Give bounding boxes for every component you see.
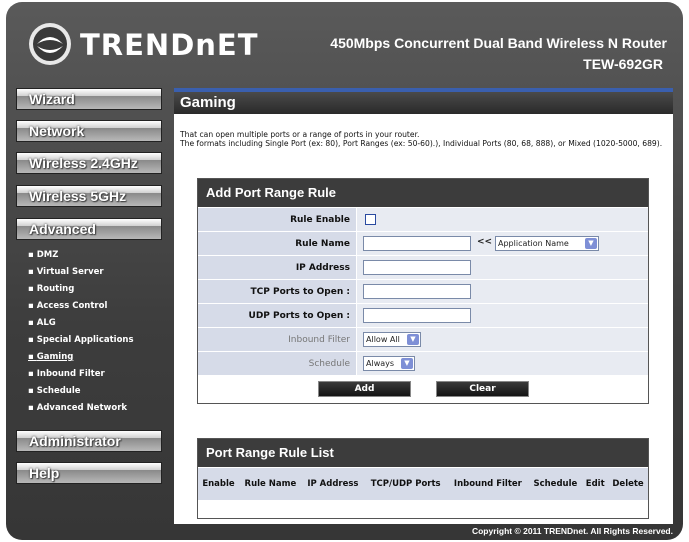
chevron-down-icon: ▼ — [401, 358, 413, 369]
nav-advanced[interactable]: Advanced — [16, 218, 162, 240]
col-tcp-udp-ports: TCP/UDP Ports — [364, 467, 448, 500]
description-line-1: That can open multiple ports or a range … — [180, 130, 420, 139]
udp-ports-label: UDP Ports to Open : — [198, 304, 356, 327]
trendnet-logo-icon — [29, 23, 71, 65]
tcp-ports-input[interactable] — [363, 284, 471, 299]
row-rule-name: Rule Name << Application Name ▼ — [198, 231, 648, 255]
chevron-down-icon: ▼ — [407, 334, 419, 345]
col-ip-address: IP Address — [301, 467, 365, 500]
main-content: Gaming That can open multiple ports or a… — [174, 88, 673, 524]
subnav-inbound-filter[interactable]: ▪ Inbound Filter — [28, 369, 105, 379]
subnav-special-applications[interactable]: ▪ Special Applications — [28, 335, 134, 345]
chevron-down-icon: ▼ — [585, 238, 597, 249]
row-ip-address: IP Address — [198, 255, 648, 279]
col-rule-name: Rule Name — [238, 467, 302, 500]
copy-app-name-arrows[interactable]: << — [477, 237, 492, 247]
rule-name-input[interactable] — [363, 236, 471, 251]
row-tcp-ports: TCP Ports to Open : — [198, 279, 648, 303]
application-name-select[interactable]: Application Name ▼ — [495, 236, 599, 251]
ip-address-input[interactable] — [363, 260, 471, 275]
subnav-advanced-network[interactable]: ▪ Advanced Network — [28, 403, 127, 413]
header: TRENDnET 450Mbps Concurrent Dual Band Wi… — [6, 2, 683, 84]
rule-enable-label: Rule Enable — [198, 208, 356, 231]
inbound-filter-select[interactable]: Allow All ▼ — [363, 332, 421, 347]
app-frame: TRENDnET 450Mbps Concurrent Dual Band Wi… — [6, 2, 683, 540]
brand-name: TRENDnET — [80, 28, 259, 62]
rule-enable-checkbox[interactable] — [365, 214, 376, 225]
table-row — [198, 500, 648, 518]
subnav-gaming[interactable]: ▪ Gaming — [28, 352, 73, 362]
product-description: 450Mbps Concurrent Dual Band Wireless N … — [330, 35, 667, 51]
col-delete: Delete — [608, 467, 648, 500]
subnav-alg[interactable]: ▪ ALG — [28, 318, 56, 328]
inbound-filter-label: Inbound Filter — [198, 328, 356, 351]
ip-address-label: IP Address — [198, 256, 356, 279]
nav-network[interactable]: Network — [16, 120, 162, 142]
copyright-footer: Copyright © 2011 TRENDnet. All Rights Re… — [471, 526, 673, 536]
udp-ports-input[interactable] — [363, 308, 471, 323]
page-title: Gaming — [174, 88, 673, 114]
port-range-rule-list-panel: Port Range Rule List Enable Rule Name IP… — [197, 438, 649, 519]
col-inbound-filter: Inbound Filter — [447, 467, 529, 500]
nav-administrator[interactable]: Administrator — [16, 430, 162, 452]
clear-button[interactable]: Clear — [436, 381, 529, 397]
subnav-schedule[interactable]: ▪ Schedule — [28, 386, 81, 396]
model-number: TEW-692GR — [583, 56, 663, 72]
nav-wireless-5ghz[interactable]: Wireless 5GHz — [16, 185, 162, 207]
nav-wizard[interactable]: Wizard — [16, 88, 162, 110]
subnav-virtual-server[interactable]: ▪ Virtual Server — [28, 267, 104, 277]
rule-list-table: Enable Rule Name IP Address TCP/UDP Port… — [198, 467, 648, 518]
add-port-range-rule-panel: Add Port Range Rule Rule Enable Rule Nam… — [197, 178, 649, 404]
row-rule-enable: Rule Enable — [198, 207, 648, 231]
subnav-access-control[interactable]: ▪ Access Control — [28, 301, 107, 311]
rule-list-header-row: Enable Rule Name IP Address TCP/UDP Port… — [198, 467, 648, 500]
description-line-2: The formats including Single Port (ex: 8… — [180, 139, 663, 148]
col-schedule: Schedule — [528, 467, 583, 500]
col-enable: Enable — [198, 467, 239, 500]
tcp-ports-label: TCP Ports to Open : — [198, 280, 356, 303]
row-udp-ports: UDP Ports to Open : — [198, 303, 648, 327]
page-description: That can open multiple ports or a range … — [180, 130, 668, 148]
subnav-routing[interactable]: ▪ Routing — [28, 284, 74, 294]
nav-help[interactable]: Help — [16, 462, 162, 484]
row-schedule: Schedule Always ▼ — [198, 351, 648, 375]
nav-wireless-24ghz[interactable]: Wireless 2.4GHz — [16, 152, 162, 174]
add-rule-heading: Add Port Range Rule — [198, 179, 648, 207]
rule-list-heading: Port Range Rule List — [198, 439, 648, 467]
schedule-select[interactable]: Always ▼ — [363, 356, 415, 371]
row-inbound-filter: Inbound Filter Allow All ▼ — [198, 327, 648, 351]
schedule-label: Schedule — [198, 352, 356, 375]
action-buttons: Add Clear — [198, 375, 648, 403]
rule-name-label: Rule Name — [198, 232, 356, 255]
subnav-dmz[interactable]: ▪ DMZ — [28, 250, 58, 260]
add-button[interactable]: Add — [318, 381, 411, 397]
col-edit: Edit — [582, 467, 609, 500]
